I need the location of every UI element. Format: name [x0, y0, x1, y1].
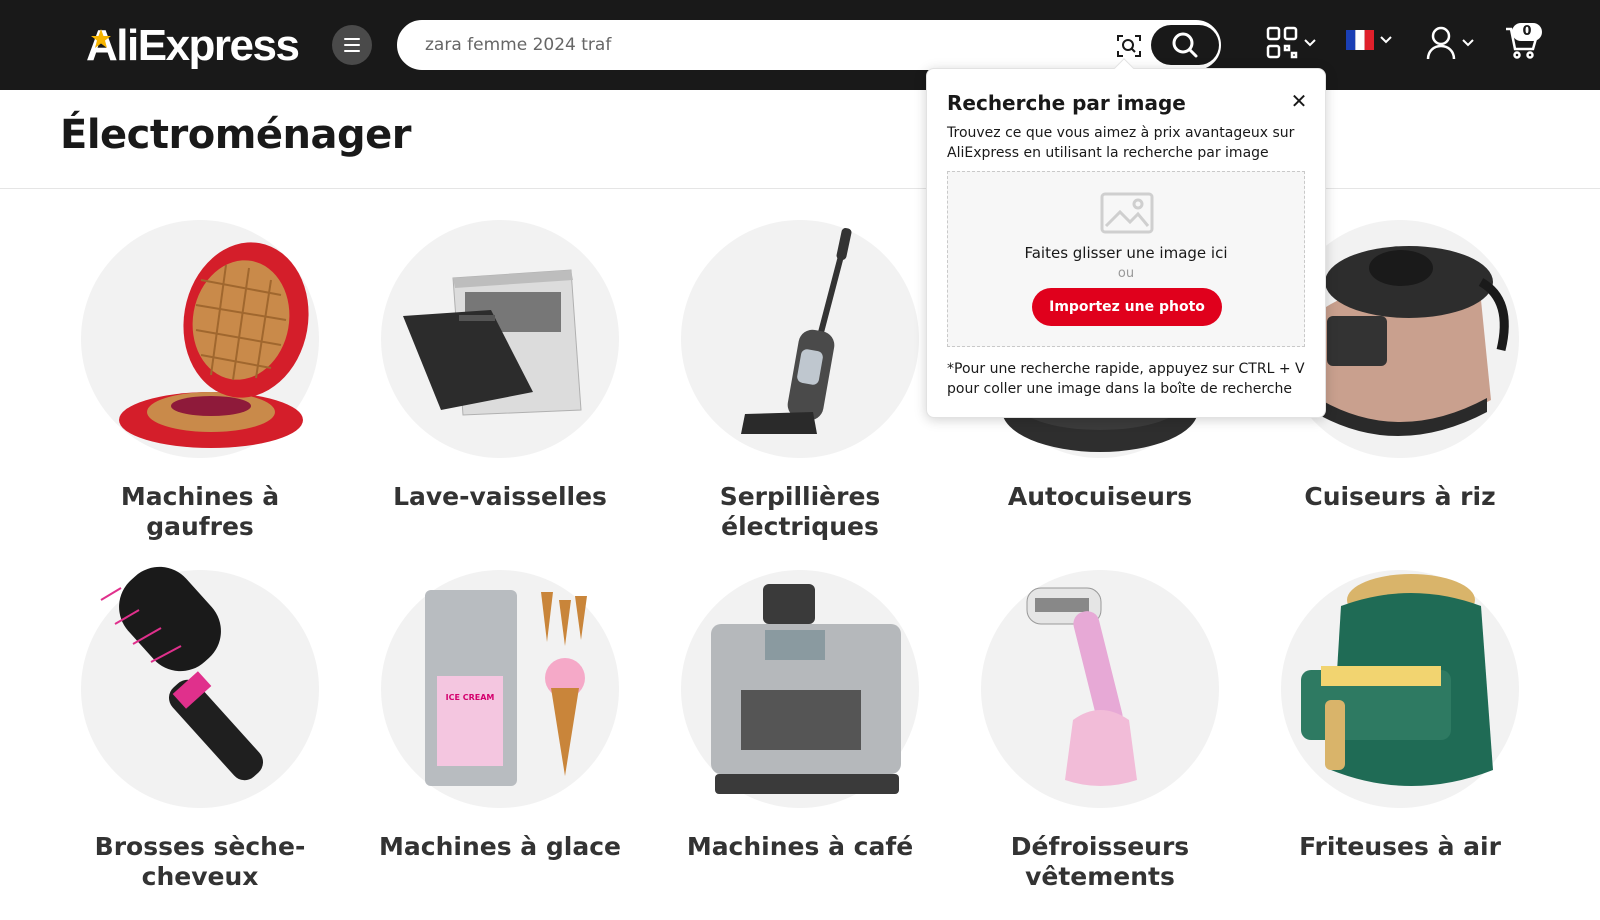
category-label: Défroisseurs vêtements	[1010, 832, 1190, 891]
coffee-machine-image	[711, 584, 901, 794]
popup-title: Recherche par image	[947, 91, 1186, 115]
category-label: Machines à café	[686, 832, 914, 861]
air-fryer-image	[1301, 574, 1493, 786]
cart-count-badge: 0	[1512, 23, 1542, 41]
flag-fr-icon	[1346, 30, 1374, 50]
category-label: Machines à gaufres	[120, 482, 280, 541]
garment-steamer-image	[1026, 587, 1137, 786]
image-search-popup: Recherche par image ✕ Trouvez ce que vou…	[926, 58, 1326, 418]
svg-text:ICE CREAM: ICE CREAM	[446, 693, 495, 702]
search-input[interactable]	[425, 22, 1065, 68]
category-image	[981, 570, 1219, 808]
popup-description: Trouvez ce que vous aimez à prix avantag…	[947, 125, 1295, 161]
chevron-down-icon	[1380, 36, 1392, 44]
close-icon[interactable]: ✕	[1287, 89, 1311, 113]
account-menu[interactable]	[1426, 26, 1474, 60]
category-label: Serpillières électriques	[719, 482, 881, 541]
menu-icon-line	[344, 44, 360, 46]
or-text: ou	[1117, 266, 1135, 281]
category-label: Cuiseurs à riz	[1304, 482, 1496, 511]
ice-cream-machine-image: ICE CREAM	[425, 590, 587, 786]
logo-text: AliExpress	[86, 21, 300, 70]
qr-code-icon	[1266, 26, 1298, 59]
chevron-down-icon	[1462, 39, 1474, 47]
category-image	[681, 570, 919, 808]
page-title: Électroménager	[60, 112, 411, 158]
image-placeholder-icon	[1100, 192, 1154, 234]
category-item[interactable]: Friteuses à air	[1270, 570, 1530, 862]
category-item[interactable]: Brosses sèche-cheveux	[70, 566, 330, 892]
menu-icon-line	[344, 38, 360, 40]
chevron-down-icon	[1304, 39, 1316, 47]
qr-code-menu[interactable]	[1266, 26, 1316, 60]
category-label: Machines à glace	[379, 832, 621, 861]
electric-mop-image	[741, 228, 852, 434]
divider	[0, 188, 1600, 189]
category-image	[81, 566, 319, 808]
user-icon	[1426, 26, 1456, 60]
menu-icon-line	[344, 50, 360, 52]
category-image: ICE CREAM	[381, 570, 619, 808]
language-menu[interactable]	[1346, 30, 1392, 50]
image-dropzone[interactable]: Faites glisser une image ici ou Importez…	[947, 171, 1305, 347]
category-image	[681, 220, 919, 458]
search-icon	[1172, 32, 1198, 58]
paste-tip: *Pour une recherche rapide, appuyez sur …	[947, 361, 1305, 397]
category-item[interactable]: Machines à gaufres	[70, 220, 330, 542]
category-image	[381, 220, 619, 458]
category-label: Lave-vaisselles	[393, 482, 607, 511]
category-label: Friteuses à air	[1299, 832, 1501, 861]
category-item[interactable]: Machines à café	[670, 570, 930, 862]
category-label: Brosses sèche-cheveux	[94, 832, 306, 891]
category-item[interactable]: Lave-vaisselles	[370, 220, 630, 512]
dishwasher-image	[403, 269, 582, 416]
category-image	[81, 220, 319, 458]
aliexpress-logo[interactable]: AliExpress	[86, 18, 300, 74]
camera-search-icon[interactable]	[1115, 32, 1143, 60]
drag-text: Faites glisser une image ici	[1024, 244, 1228, 262]
waffle-maker-image	[119, 242, 309, 448]
category-item[interactable]: ICE CREAM Machines à glace	[370, 570, 630, 862]
menu-button[interactable]	[332, 25, 372, 65]
search-button[interactable]	[1151, 25, 1219, 65]
hair-dryer-brush-image	[100, 566, 264, 781]
category-image	[1281, 570, 1519, 808]
category-label: Autocuiseurs	[1007, 482, 1193, 511]
category-item[interactable]: Défroisseurs vêtements	[970, 570, 1230, 892]
upload-photo-button[interactable]: Importez une photo	[1032, 288, 1222, 326]
search-bar	[397, 20, 1221, 70]
top-bar: AliExpress zara femme 2024 traf 0	[0, 0, 1600, 90]
logo-star-icon	[91, 29, 111, 48]
category-item[interactable]: Serpillières électriques	[670, 220, 930, 542]
